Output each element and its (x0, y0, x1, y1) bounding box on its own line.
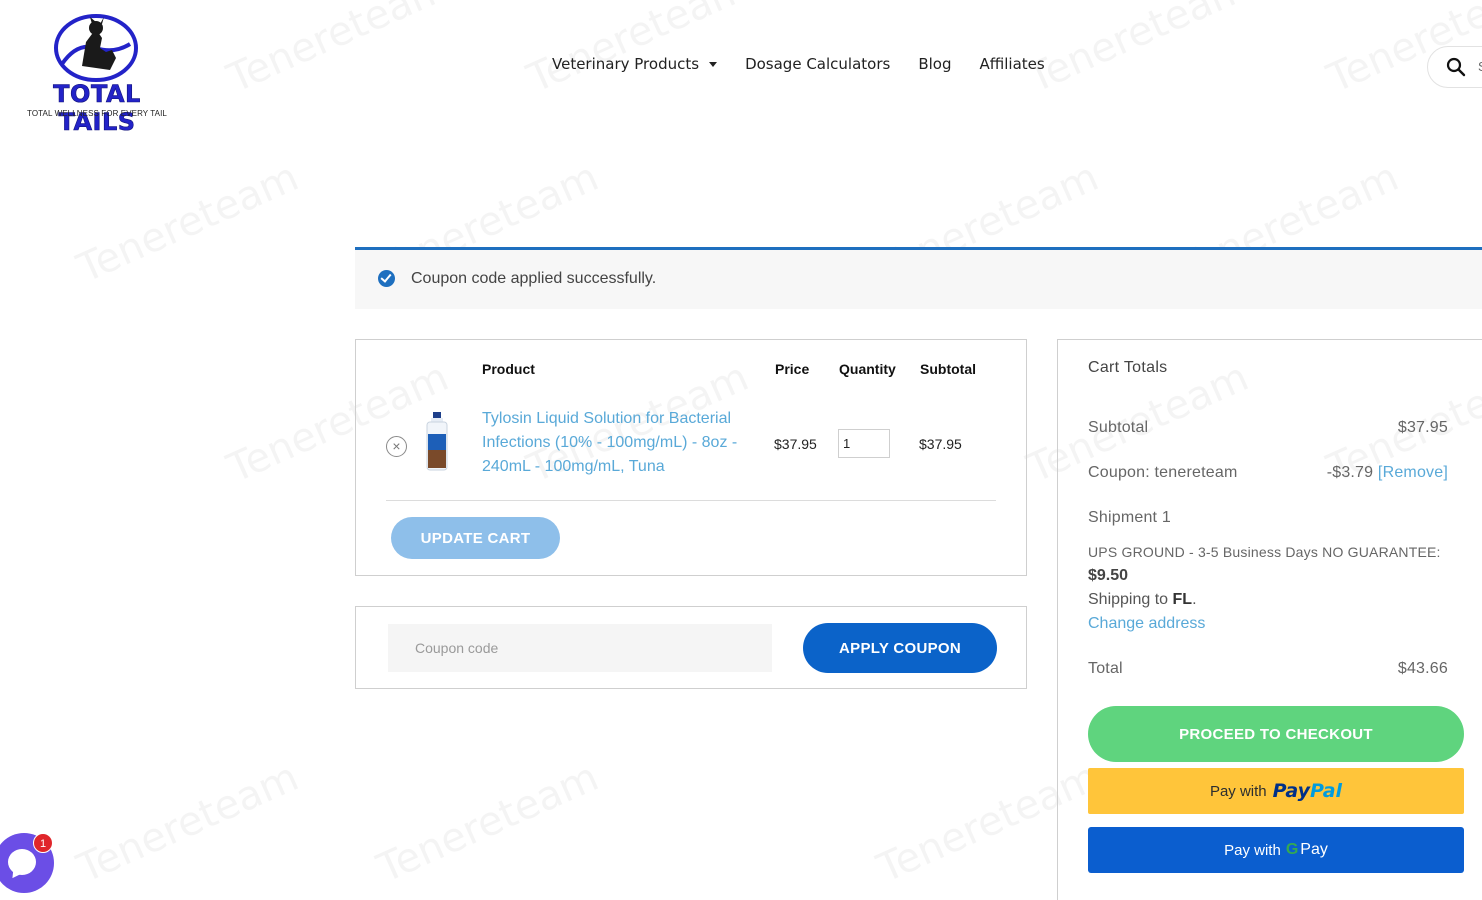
nav-item-veterinary-products[interactable]: Veterinary Products (552, 55, 718, 73)
shipping-cost: $9.50 (1088, 567, 1129, 584)
subtotal-label: Subtotal (1088, 419, 1149, 436)
nav-item-label: Dosage Calculators (745, 55, 891, 73)
cart-totals-heading: Cart Totals (1088, 359, 1168, 376)
coupon-discount: -$3.79 [Remove] (1327, 464, 1448, 482)
paypal-logo-pay: Pay (1272, 780, 1310, 802)
caret-down-icon (709, 61, 718, 67)
nav-item-label: Blog (918, 55, 952, 73)
search-placeholder: S (1478, 59, 1482, 74)
shipping-method: UPS GROUND - 3-5 Business Days NO GUARAN… (1088, 544, 1441, 560)
check-circle-icon (378, 270, 395, 287)
change-address-link[interactable]: Change address (1088, 615, 1205, 633)
header-price: Price (775, 361, 810, 377)
nav-item-label: Affiliates (979, 55, 1045, 73)
coupon-success-notice: Coupon code applied successfully. (355, 247, 1482, 309)
item-subtotal: $37.95 (919, 436, 962, 452)
gpay-prefix: Pay with (1224, 841, 1281, 859)
coupon-code-input[interactable] (388, 624, 772, 672)
chat-bubble-icon (8, 849, 36, 875)
shipment-label: Shipment 1 (1088, 509, 1171, 526)
search-box[interactable]: S (1427, 46, 1482, 88)
chat-unread-badge: 1 (33, 833, 53, 853)
update-cart-button[interactable]: UPDATE CART (391, 517, 560, 559)
watermark: Tenereteam (221, 0, 455, 102)
shipping-destination: Shipping to FL. (1088, 591, 1197, 608)
product-thumbnail[interactable] (424, 412, 450, 472)
site-logo[interactable]: TOTAL TAILS TOTAL WELLNESS FOR EVERY TAI… (22, 14, 172, 136)
watermark: Tenereteam (71, 154, 305, 292)
coupon-form: APPLY COUPON (355, 606, 1027, 689)
brand-tagline: TOTAL WELLNESS FOR EVERY TAIL (27, 109, 167, 118)
coupon-value: -$3.79 (1326, 464, 1374, 481)
item-price: $37.95 (774, 436, 817, 452)
subtotal-value: $37.95 (1397, 419, 1448, 436)
divider (386, 500, 996, 501)
notice-message: Coupon code applied successfully. (411, 270, 657, 287)
watermark: Tenereteam (521, 0, 755, 102)
google-pay-button[interactable]: Pay with G Pay (1088, 827, 1464, 873)
main-nav: Veterinary Products Dosage Calculators B… (552, 55, 1073, 73)
brand-name: TOTAL TAILS (53, 80, 141, 137)
gpay-logo-text: Pay (1300, 841, 1328, 858)
cart-totals-panel: Cart Totals Subtotal $37.95 Coupon: tene… (1057, 339, 1482, 900)
paypal-logo-pal: Pal (1310, 780, 1343, 802)
product-name-link[interactable]: Tylosin Liquid Solution for Bacterial In… (482, 407, 757, 479)
paypal-prefix: Pay with (1209, 782, 1267, 800)
shipping-to-prefix: Shipping to (1088, 591, 1169, 608)
header-product: Product (482, 361, 535, 377)
total-value: $43.66 (1397, 660, 1448, 677)
remove-coupon-link[interactable]: [Remove] (1378, 464, 1448, 481)
quantity-input[interactable] (838, 429, 890, 458)
nav-item-dosage-calculators[interactable]: Dosage Calculators (745, 55, 890, 73)
nav-item-label: Veterinary Products (552, 55, 700, 73)
google-g-icon: G (1285, 841, 1299, 858)
cart-table: Product Price Quantity Subtotal × Tylosi… (355, 339, 1027, 576)
nav-item-blog[interactable]: Blog (918, 55, 951, 73)
paypal-button[interactable]: Pay with Pay Pal (1088, 768, 1464, 814)
nav-item-affiliates[interactable]: Affiliates (979, 55, 1044, 73)
remove-item-button[interactable]: × (386, 436, 407, 457)
watermark: Tenereteam (1021, 0, 1255, 102)
watermark: Tenereteam (71, 754, 305, 892)
apply-coupon-button[interactable]: APPLY COUPON (803, 623, 997, 673)
shipping-state: FL (1172, 591, 1193, 608)
header-subtotal: Subtotal (920, 361, 976, 377)
search-icon (1446, 57, 1466, 77)
proceed-to-checkout-button[interactable]: PROCEED TO CHECKOUT (1088, 706, 1464, 762)
watermark: Tenereteam (371, 754, 605, 892)
total-label: Total (1088, 660, 1123, 677)
header-quantity: Quantity (839, 361, 896, 377)
pets-logo-icon (54, 14, 138, 82)
coupon-label: Coupon: tenereteam (1088, 464, 1238, 481)
